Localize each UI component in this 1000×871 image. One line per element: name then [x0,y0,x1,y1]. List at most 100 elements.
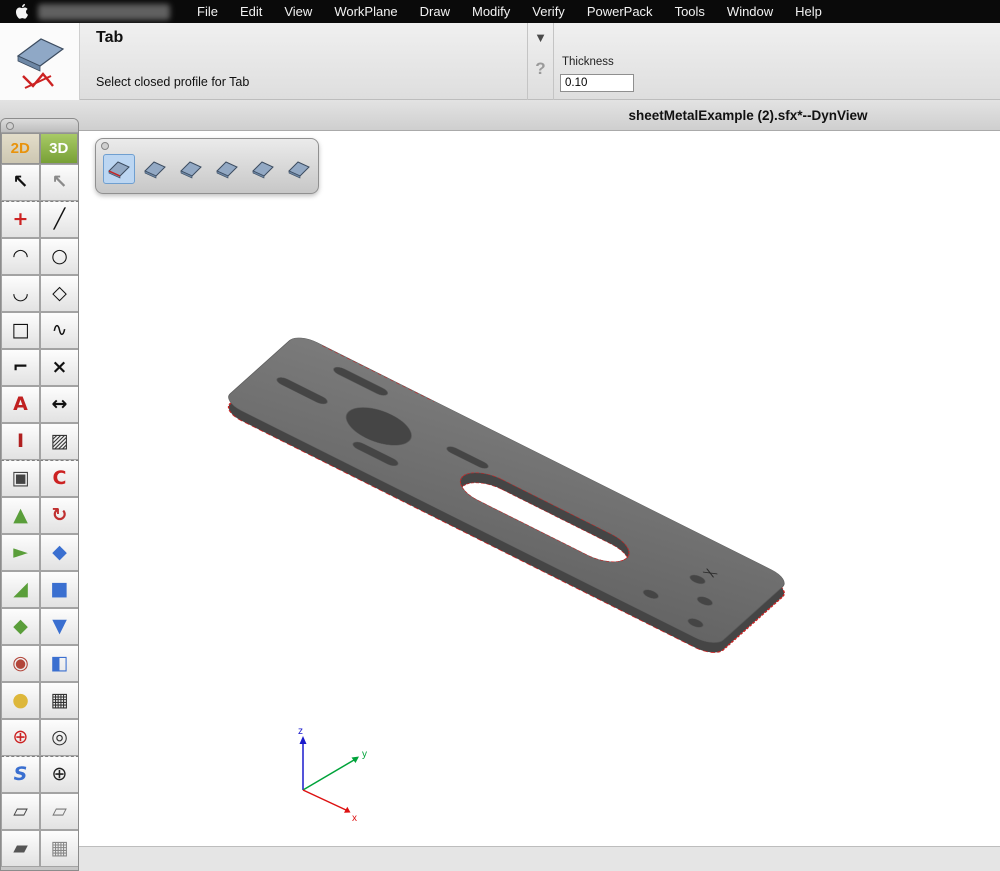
extrude-tool[interactable]: ▼ [40,608,79,645]
tool-options-bar: Tab Select closed profile for Tab ▼ ? Th… [0,23,1000,100]
sheet-metal-toolbar[interactable] [95,138,319,194]
menu-item-workplane[interactable]: WorkPlane [325,1,406,22]
apple-menu-icon[interactable] [14,3,28,20]
ramp-surface-tool[interactable]: ◢ [1,571,40,608]
sheetmetal-tab-icon [106,158,132,180]
collapse-options-button[interactable]: ▼ [534,30,547,45]
arc-tool-icon: ◠ [12,247,29,266]
curve-tool[interactable]: ◡ [1,275,40,312]
document-title-bar: sheetMetalExample (2).sfx*--DynView [0,100,1000,131]
active-tool-icon-box [0,23,80,100]
rectangle-tool[interactable]: □ [1,312,40,349]
select-open-tool-icon: ↖ [52,173,68,192]
offset-copy-tool[interactable]: ▣ [1,460,40,497]
display-shaded-tool-icon: ▰ [13,839,28,858]
menu-item-view[interactable]: View [275,1,321,22]
sheetmetal-tab-button[interactable] [103,154,135,184]
sheet-metal-toolbar-header[interactable] [96,139,318,152]
palette-header[interactable] [1,119,78,133]
palette-resize-handle[interactable]: ▦ [40,830,79,867]
menu-item-file[interactable]: File [188,1,227,22]
push-direction-tool-icon: ► [13,543,28,562]
text-tool[interactable]: A [1,386,40,423]
palette-close-button[interactable] [6,122,14,130]
pattern-array-tool[interactable]: ▦ [40,682,79,719]
menu-item-edit[interactable]: Edit [231,1,271,22]
menu-item-draw[interactable]: Draw [411,1,459,22]
dimension-tool[interactable]: ↔ [40,386,79,423]
target-point-tool-icon: ⊕ [13,728,29,747]
display-hidden-line-tool-icon: ▱ [52,802,67,821]
sheetmetal-flange-icon [142,158,168,180]
revolve-tool[interactable]: ◉ [1,645,40,682]
text-insert-tool[interactable]: I [1,423,40,460]
sheetmetal-rip-button[interactable] [283,154,315,184]
delete-segment-tool-icon: × [52,358,68,377]
delete-segment-tool[interactable]: × [40,349,79,386]
help-button[interactable]: ? [535,59,545,79]
sphere-tool[interactable]: ● [1,682,40,719]
boolean-subtract-tool[interactable]: ◧ [40,645,79,682]
extrude-tool-icon: ▼ [52,617,67,636]
menu-item-tools[interactable]: Tools [666,1,714,22]
palette-resize-handle-icon: ▦ [51,839,69,858]
cone-tool[interactable]: ▲ [1,497,40,534]
camera-tool-icon: ◎ [51,728,68,747]
spline-tool[interactable]: ∿ [40,312,79,349]
rectangle-tool-icon: □ [12,321,30,340]
mode-3d-button[interactable]: 3D [40,133,79,164]
menu-item-window[interactable]: Window [718,1,782,22]
camera-tool[interactable]: ◎ [40,719,79,756]
menu-item-verify[interactable]: Verify [523,1,574,22]
drawing-viewport[interactable]: z y x [78,131,1000,871]
point-tool[interactable]: + [1,201,40,238]
curve-tool-icon: ◡ [12,284,29,303]
sheetmetal-bend-button[interactable] [211,154,243,184]
cube-solid-tool[interactable]: ■ [40,571,79,608]
sheet-metal-part[interactable] [222,333,791,657]
y-axis-arrow [352,757,360,764]
sheetmetal-flange-button[interactable] [139,154,171,184]
zoom-tool-icon: ⊕ [52,765,68,784]
fan-surface-tool[interactable]: ◆ [40,534,79,571]
point-tool-icon: + [13,210,29,229]
circle-tool[interactable]: ○ [40,238,79,275]
select-tool[interactable]: ↖ [1,164,40,201]
facet-tool-icon: ◆ [13,617,28,636]
menu-item-powerpack[interactable]: PowerPack [578,1,662,22]
sheetmetal-hem-button[interactable] [175,154,207,184]
magnet-snap-tool[interactable]: C [40,460,79,497]
trim-tool[interactable]: ⌐ [1,349,40,386]
push-direction-tool[interactable]: ► [1,534,40,571]
menu-item-modify[interactable]: Modify [463,1,519,22]
target-point-tool[interactable]: ⊕ [1,719,40,756]
polygon-tool[interactable]: ◇ [40,275,79,312]
sheetmetal-hem-icon [178,158,204,180]
line-tool[interactable]: ╱ [40,201,79,238]
hatch-tool-icon: ▨ [51,432,69,451]
hatch-tool[interactable]: ▨ [40,423,79,460]
apple-logo-icon [14,3,28,20]
display-hidden-line-tool[interactable]: ▱ [40,793,79,830]
x-axis-label: x [352,813,357,824]
display-wireframe-tool[interactable]: ▱ [1,793,40,830]
thickness-input[interactable] [560,74,634,92]
text-insert-tool-icon: I [17,432,24,451]
zoom-tool[interactable]: ⊕ [40,756,79,793]
select-open-tool[interactable]: ↖ [40,164,79,201]
rotate-view-tool[interactable]: ↻ [40,497,79,534]
spline-tool-icon: ∿ [52,321,68,340]
sheet-metal-tab-icon [11,32,69,92]
sheetmetal-face-button[interactable] [247,154,279,184]
options-side-column: ▼ ? [527,23,554,100]
fan-surface-tool-icon: ◆ [52,543,67,562]
menu-item-help[interactable]: Help [786,1,831,22]
sheet-metal-toolbar-close-button[interactable] [101,142,109,150]
trim-tool-icon: ⌐ [13,358,29,377]
spiral-tool[interactable]: S [1,756,40,793]
display-shaded-tool[interactable]: ▰ [1,830,40,867]
arc-tool[interactable]: ◠ [1,238,40,275]
facet-tool[interactable]: ◆ [1,608,40,645]
tool-title: Tab [96,29,123,47]
mode-2d-button[interactable]: 2D [1,133,40,164]
